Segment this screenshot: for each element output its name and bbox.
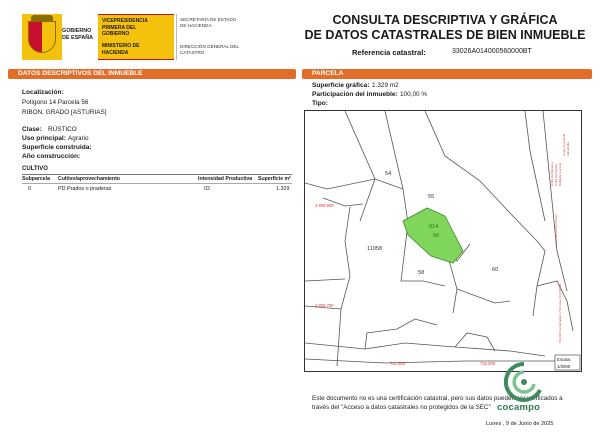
- coord-label-x1: 741.900: [390, 361, 406, 366]
- parcel-label-55: 55: [428, 194, 434, 200]
- th-subparcela: Subparcela: [22, 176, 50, 182]
- tipo-label: Tipo:: [312, 100, 328, 107]
- anio-construccion-label: Año construcción:: [22, 153, 81, 160]
- th-intensidad: Intensidad Productiva: [198, 176, 253, 182]
- superficie-construida-label: Superficie construida:: [22, 144, 92, 151]
- superficie-grafica-value: 1.329 m2: [372, 82, 399, 89]
- parcel-label-11058: 11058: [367, 246, 382, 252]
- cocampo-logo-text: cocampo: [497, 402, 541, 413]
- participacion-value: 100,00 %: [400, 91, 428, 98]
- participacion-label: Participación del inmueble:: [312, 91, 398, 98]
- cell-intensidad: 02: [204, 186, 210, 192]
- cultivo-title: CULTIVO: [22, 166, 48, 172]
- title-line-2: DE DATOS CATASTRALES DE BIEN INMUEBLE: [304, 28, 586, 42]
- localizacion-label: Localización:: [22, 89, 64, 96]
- cultivo-header-rule: [22, 183, 292, 184]
- cell-subparcela: 0: [28, 186, 31, 192]
- scale-value: 1/2000: [557, 364, 571, 369]
- clase-value: RÚSTICO: [48, 126, 77, 133]
- cultivo-top-rule: [22, 174, 292, 175]
- section-bar-parcela: PARCELA: [302, 69, 592, 79]
- scale-label: Escala:: [557, 357, 571, 362]
- parcel-label-56: 56: [433, 233, 439, 239]
- uso-label: Uso principal:: [22, 135, 66, 142]
- section-bar-inmueble: DATOS DESCRIPTIVOS DEL INMUEBLE: [8, 69, 296, 79]
- th-superficie: Superficie m²: [258, 176, 291, 182]
- ref-value: 33026A014000560000BT: [452, 48, 532, 55]
- legend-note: 742.000 Coordenadas U.T.M. Huso 30 ETRS8…: [558, 283, 562, 343]
- legend-construcciones: Límite de Construcciones: [554, 214, 558, 246]
- th-cultivo: Cultivo/aprovechamiento: [58, 176, 120, 182]
- ref-label: Referencia catastral:: [352, 48, 426, 57]
- legend-hidrografia: Hidrografía: [566, 142, 570, 156]
- issue-date: Lunes , 9 de Junio de 2025: [486, 421, 554, 427]
- ministry-banner: VICEPRESIDENCIA PRIMERA DEL GOBIERNO MIN…: [98, 14, 174, 60]
- government-label: GOBIERNO DE ESPAÑA: [62, 28, 94, 41]
- shield-icon: [28, 21, 56, 53]
- coord-label-y1: 4.809.800: [315, 203, 334, 208]
- map-drawing: 54 55 014 56 11058 58 60 4.809.800 4.809…: [305, 111, 581, 371]
- localizacion-line-2: RIBON. GRADO [ASTURIAS]: [22, 109, 107, 116]
- ministerio-label: MINISTERIO DE HACIENDA: [102, 43, 140, 56]
- spain-coat-of-arms-icon: [22, 14, 62, 60]
- clase-label: Clase:: [22, 126, 42, 133]
- title-line-1: CONSULTA DESCRIPTIVA Y GRÁFICA: [332, 13, 558, 27]
- vicepresidencia-label: VICEPRESIDENCIA PRIMERA DEL GOBIERNO: [102, 18, 148, 37]
- coord-label-y2: 4.809.700: [315, 303, 334, 308]
- superficie-grafica-label: Superficie gráfica:: [312, 82, 370, 89]
- parcel-label-54: 54: [385, 171, 391, 177]
- header-divider: [176, 14, 177, 60]
- cell-cultivo: PD Prados o praderas: [58, 186, 112, 192]
- parcel-label-58: 58: [418, 270, 424, 276]
- direccion-label: DIRECCIÓN GENERAL DEL CATASTRO: [180, 44, 239, 55]
- cell-superficie: 1.329: [276, 186, 290, 192]
- secretaria-label: SECRETARÍA DE ESTADO DE HACIENDA: [180, 17, 237, 28]
- legend-mobiliario: Mobiliario y aceras: [558, 162, 562, 186]
- parcel-label-60: 60: [492, 267, 498, 273]
- parcel-label-014: 014: [429, 224, 438, 230]
- cocampo-symbol-icon: [503, 361, 542, 402]
- cadastral-map[interactable]: 54 55 014 56 11058 58 60 4.809.800 4.809…: [304, 110, 582, 372]
- document-title: CONSULTA DESCRIPTIVA Y GRÁFICA DE DATOS …: [300, 13, 590, 43]
- uso-value: Agrario: [68, 135, 89, 142]
- localizacion-line-1: Polígono 14 Parcela 56: [22, 99, 89, 106]
